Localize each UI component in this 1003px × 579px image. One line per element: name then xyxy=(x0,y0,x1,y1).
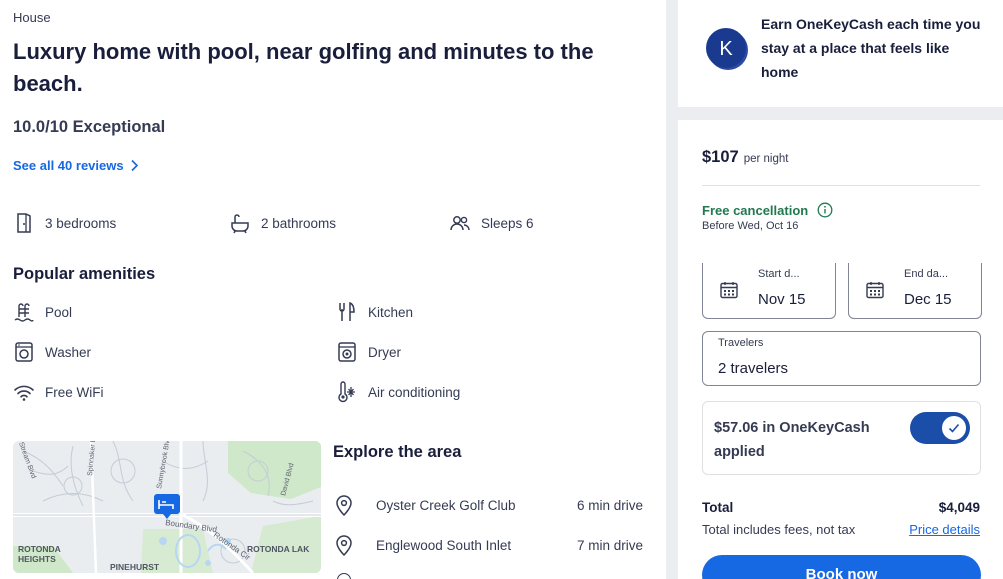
see-reviews-label: See all 40 reviews xyxy=(13,158,124,173)
amenity-label: Kitchen xyxy=(368,304,414,320)
total-label: Total xyxy=(702,500,734,515)
fact-bathrooms: 2 bathrooms xyxy=(229,212,336,234)
calendar-icon xyxy=(720,282,738,299)
onekeycash-toggle[interactable] xyxy=(910,412,970,444)
map-pin-icon xyxy=(333,494,355,516)
amenity-label: Free WiFi xyxy=(45,384,104,400)
explore-title: Explore the area xyxy=(333,443,462,461)
pool-icon xyxy=(13,301,35,323)
kitchen-icon xyxy=(336,301,358,323)
rating: 10.0/10 Exceptional xyxy=(13,118,166,136)
property-page: House Luxury home with pool, near golfin… xyxy=(0,0,1003,579)
toggle-knob xyxy=(942,416,966,440)
poi-name: Englewood South Inlet xyxy=(376,537,512,553)
chevron-right-icon xyxy=(131,159,138,172)
map-label: HEIGHTS xyxy=(18,554,56,564)
fact-sleeps: Sleeps 6 xyxy=(449,212,534,234)
map-pin-icon xyxy=(337,573,351,579)
book-now-button[interactable]: Book now xyxy=(702,555,981,579)
end-date-label: End da... xyxy=(904,268,949,280)
amenity-label: Pool xyxy=(45,304,73,320)
travelers-field[interactable]: Travelers 2 travelers xyxy=(702,331,981,386)
total-amount: $4,049 xyxy=(938,500,980,515)
poi-item: Oyster Creek Golf Club 6 min drive xyxy=(333,494,643,516)
poi-distance: 6 min drive xyxy=(576,497,643,513)
see-reviews-link[interactable]: See all 40 reviews xyxy=(13,158,139,173)
amenity-kitchen: Kitchen xyxy=(336,301,413,323)
washer-icon xyxy=(13,341,35,363)
total-note: Total includes fees, not tax xyxy=(702,522,856,537)
fact-bathrooms-label: 2 bathrooms xyxy=(261,215,337,231)
info-icon[interactable] xyxy=(817,202,833,218)
amenity-dryer: Dryer xyxy=(336,341,401,363)
start-date-label: Start d... xyxy=(758,268,800,280)
property-type: House xyxy=(13,10,51,25)
amenity-label: Dryer xyxy=(368,344,401,360)
door-icon xyxy=(13,212,35,234)
travelers-label: Travelers xyxy=(718,337,764,349)
price-details-link[interactable]: Price details xyxy=(880,522,980,537)
onekeycash-apply-box: $57.06 in OneKeyCash applied xyxy=(702,401,981,475)
end-date-field[interactable]: End da... Dec 15 xyxy=(848,263,982,319)
fact-bedrooms: 3 bedrooms xyxy=(13,212,116,234)
amenity-label: Air conditioning xyxy=(368,384,461,400)
poi-item: Englewood South Inlet 7 min drive xyxy=(333,534,643,556)
map-label: ROTONDA xyxy=(18,544,61,554)
onekeycash-promo-text: Earn OneKeyCash each time you stay at a … xyxy=(761,16,981,80)
page-title: Luxury home with pool, near golfing and … xyxy=(13,39,594,96)
price-per-night: $107 per night xyxy=(702,148,788,167)
property-details: House Luxury home with pool, near golfin… xyxy=(0,0,666,579)
fact-bedrooms-label: 3 bedrooms xyxy=(45,215,117,231)
poi-distance: 7 min drive xyxy=(576,537,643,553)
travelers-value: 2 travelers xyxy=(718,360,789,377)
price-amount: $107 xyxy=(702,148,739,166)
price-unit: per night xyxy=(743,153,789,165)
free-cancellation-label: Free cancellation xyxy=(702,202,809,218)
onekeycash-applied-text: $57.06 in OneKeyCash applied xyxy=(714,420,870,460)
onekeycash-logo-letter: K xyxy=(719,38,733,60)
wifi-icon xyxy=(13,381,35,403)
amenity-label: Washer xyxy=(45,344,92,360)
amenity-wifi: Free WiFi xyxy=(13,381,104,403)
end-date-value: Dec 15 xyxy=(904,291,952,308)
people-icon xyxy=(449,212,471,234)
amenities-title: Popular amenities xyxy=(13,265,156,283)
map-pin-icon xyxy=(333,534,355,556)
checkmark-icon xyxy=(948,423,960,433)
map-label: ROTONDA LAK xyxy=(247,544,310,554)
divider xyxy=(702,185,980,186)
amenity-pool: Pool xyxy=(13,301,72,323)
dryer-icon xyxy=(336,341,358,363)
calendar-icon xyxy=(866,282,884,299)
amenity-air-conditioning: Air conditioning xyxy=(336,381,460,403)
start-date-field[interactable]: Start d... Nov 15 xyxy=(702,263,836,319)
free-cancellation: Free cancellation xyxy=(702,202,833,218)
map-label: PINEHURST xyxy=(110,562,160,572)
fact-sleeps-label: Sleeps 6 xyxy=(481,215,534,231)
map-thumbnail[interactable]: Boundary Blvd Rotonda Cir ROTONDA HEIGHT… xyxy=(13,441,321,573)
onekeycash-logo: K xyxy=(705,27,749,71)
air-conditioning-icon xyxy=(336,381,358,403)
start-date-value: Nov 15 xyxy=(758,291,806,308)
bathtub-icon xyxy=(229,212,251,234)
poi-name: Oyster Creek Golf Club xyxy=(376,497,516,513)
cancellation-deadline: Before Wed, Oct 16 xyxy=(702,220,799,232)
amenity-washer: Washer xyxy=(13,341,91,363)
